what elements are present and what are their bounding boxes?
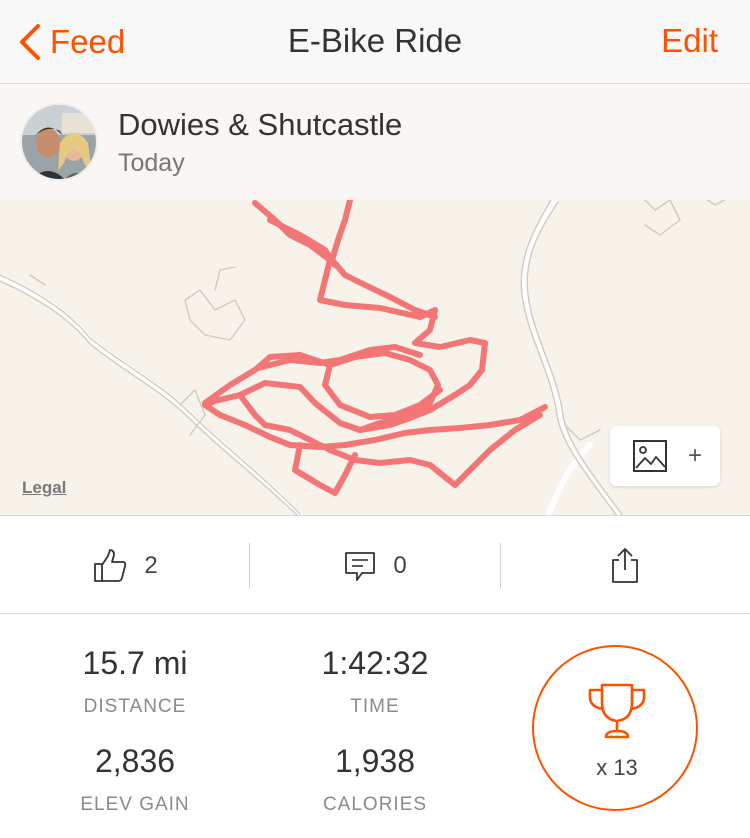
distance-value: 15.7 mi [82, 645, 188, 681]
back-button[interactable]: Feed [16, 20, 125, 64]
elev-gain-label: ELEV GAIN [80, 794, 190, 815]
kudos-count: 2 [144, 551, 158, 579]
athlete-header[interactable]: Dowies & Shutcastle Today [0, 85, 750, 200]
chevron-left-icon [20, 24, 40, 60]
achievements-button[interactable]: x 13 [532, 645, 698, 811]
trophy-icon [588, 683, 646, 739]
calories-label: CALORIES [322, 794, 428, 815]
plus-icon: + [688, 442, 703, 469]
athlete-name[interactable]: Dowies & Shutcastle [118, 107, 402, 143]
nav-bar: Feed E-Bike Ride Edit [0, 0, 750, 84]
stat-elev-gain: 2,836 ELEV GAIN [15, 743, 255, 816]
comment-icon [345, 551, 376, 581]
achievements-count: x 13 [596, 755, 638, 780]
edit-button[interactable]: Edit [661, 22, 718, 60]
image-icon [633, 440, 667, 472]
calories-value: 1,938 [334, 743, 416, 779]
comment-count: 0 [393, 551, 407, 579]
stat-calories: 1,938 CALORIES [255, 743, 495, 816]
social-bar: 2 0 [0, 517, 750, 614]
avatar[interactable] [20, 103, 98, 181]
back-label: Feed [50, 23, 126, 60]
elev-gain-value: 2,836 [94, 743, 176, 779]
map-legal-link[interactable]: Legal [22, 478, 66, 498]
activity-stats: 15.7 mi DISTANCE 1:42:32 TIME 2,836 ELEV… [0, 615, 750, 838]
thumbs-up-icon [94, 548, 127, 582]
share-button[interactable] [500, 517, 750, 614]
stat-time: 1:42:32 TIME [255, 645, 495, 718]
time-label: TIME [350, 696, 400, 717]
time-value: 1:42:32 [321, 645, 429, 681]
route-map[interactable]: Dowies & Shutcastle Today Legal + [0, 85, 750, 516]
activity-date: Today [118, 149, 185, 177]
distance-label: DISTANCE [83, 696, 187, 717]
add-photo-button[interactable]: + [610, 426, 720, 486]
profile-photo-icon [22, 105, 96, 179]
comment-button[interactable]: 0 [250, 517, 500, 614]
kudos-button[interactable]: 2 [0, 517, 250, 614]
stat-distance: 15.7 mi DISTANCE [15, 645, 255, 718]
share-icon [612, 547, 638, 583]
